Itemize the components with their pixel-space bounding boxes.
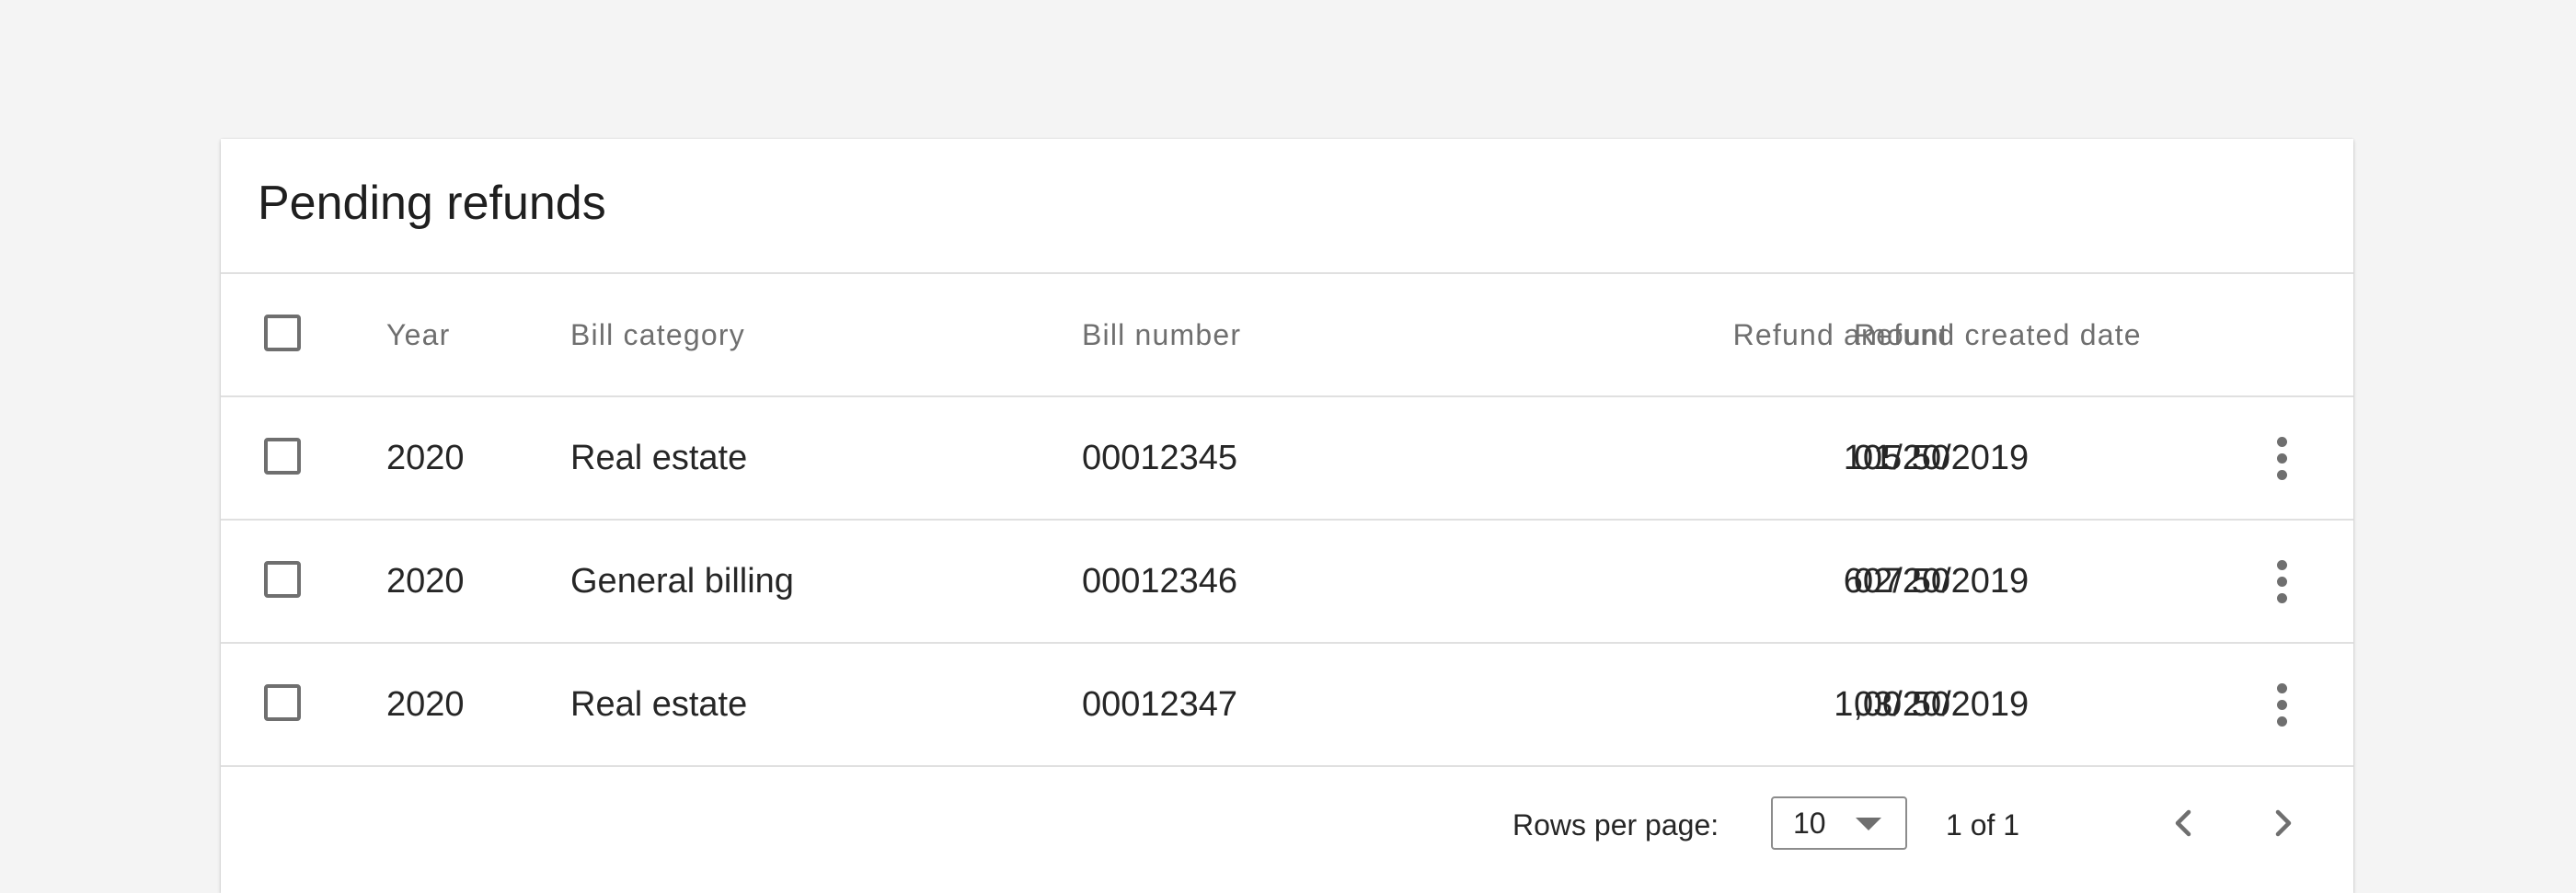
- column-header-bill-number[interactable]: Bill number: [1082, 274, 1241, 395]
- previous-page-button[interactable]: [2157, 797, 2209, 849]
- caret-down-icon: [1856, 818, 1881, 830]
- cell-year: 2020: [386, 438, 465, 477]
- chevron-left-icon: [2175, 809, 2191, 837]
- pending-refunds-card: Pending refunds Year Bill category Bill …: [221, 139, 2353, 893]
- next-page-button[interactable]: [2258, 797, 2309, 849]
- row-checkbox[interactable]: [264, 684, 301, 721]
- cell-bill-category: General billing: [570, 561, 794, 601]
- overflow-menu-icon[interactable]: [2263, 430, 2300, 486]
- cell-refund-created-date: 02/20/2019: [1854, 561, 2030, 601]
- cell-bill-category: Real estate: [570, 684, 748, 724]
- rows-per-page-select[interactable]: 10: [1771, 796, 1907, 850]
- column-header-year[interactable]: Year: [386, 274, 450, 395]
- row-checkbox[interactable]: [264, 561, 301, 598]
- cell-bill-number: 00012347: [1082, 684, 1238, 724]
- cell-refund-created-date: 03/20/2019: [1854, 684, 2030, 724]
- card-title: Pending refunds: [258, 177, 606, 230]
- cell-refund-created-date: 01/20/2019: [1854, 438, 2030, 477]
- column-header-bill-category[interactable]: Bill category: [570, 274, 745, 395]
- column-header-refund-created-date[interactable]: Refund created date: [1854, 274, 2142, 395]
- table-row[interactable]: 2020 Real estate 00012347 1,00.50 03/20/…: [221, 644, 2353, 765]
- overflow-menu-icon[interactable]: [2263, 677, 2300, 732]
- select-all-checkbox[interactable]: [264, 315, 301, 351]
- table-row[interactable]: 2020 General billing 00012346 607.50 02/…: [221, 521, 2353, 642]
- table-header-row: Year Bill category Bill number Refund am…: [221, 274, 2353, 395]
- rows-per-page-value: 10: [1793, 807, 1826, 840]
- chevron-right-icon: [2275, 809, 2292, 837]
- cell-year: 2020: [386, 561, 465, 601]
- cell-bill-category: Real estate: [570, 438, 748, 477]
- rows-per-page-label: Rows per page:: [1512, 808, 1719, 841]
- cell-bill-number: 00012345: [1082, 438, 1238, 477]
- page-status: 1 of 1: [1946, 808, 2020, 841]
- row-checkbox[interactable]: [264, 438, 301, 475]
- cell-year: 2020: [386, 684, 465, 724]
- table-row[interactable]: 2020 Real estate 00012345 105.50 01/20/2…: [221, 397, 2353, 519]
- divider: [221, 765, 2353, 767]
- overflow-menu-icon[interactable]: [2263, 554, 2300, 609]
- cell-bill-number: 00012346: [1082, 561, 1238, 601]
